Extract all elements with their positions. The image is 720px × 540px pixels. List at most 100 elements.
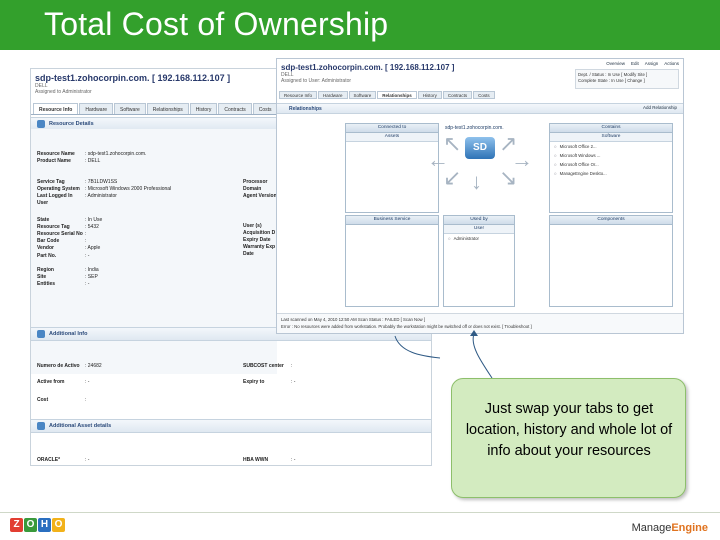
footer-divider: [0, 512, 720, 513]
field-row: Processor: [243, 179, 277, 185]
zoho-logo-letter: O: [24, 518, 37, 532]
field-label: Date: [243, 251, 254, 257]
zoho-logo-letter: H: [38, 518, 51, 532]
resource-details-label: Resource Details: [49, 121, 94, 127]
field-value: : -: [85, 281, 90, 287]
field-row: Part No.: -: [37, 253, 89, 259]
field-value: : Administrator: [85, 193, 117, 199]
field-label: Domain: [243, 186, 262, 192]
tab-contracts[interactable]: Contracts: [218, 103, 252, 114]
additional-info-icon: [37, 330, 45, 338]
nav-edit[interactable]: Edit: [631, 61, 639, 66]
field-value: : DELL: [85, 158, 101, 164]
tab-software[interactable]: Software: [114, 103, 146, 114]
software-item[interactable]: Microsoft Office 2...: [550, 142, 672, 151]
additional-info-row: Cost:: [37, 397, 291, 403]
field-value: :: [85, 397, 87, 403]
field-row: Region : India: [37, 267, 99, 273]
tab-resource-info[interactable]: Resource Info: [33, 103, 79, 114]
contains-header: Contains: [550, 124, 672, 133]
field-value: : -: [85, 253, 90, 259]
field-row: Operating System : Microsoft Windows 2000…: [37, 186, 171, 192]
rel-tab-history[interactable]: History: [417, 91, 442, 99]
field-value: :: [291, 363, 293, 369]
tab-costs[interactable]: Costs: [252, 103, 278, 114]
tab-relationships[interactable]: Relationships: [146, 103, 189, 114]
field-value: : Microsoft Windows 2000 Professional: [85, 186, 172, 192]
resource-details-icon: [37, 120, 45, 128]
rel-tabs: Resource Info Hardware Software Relationshi…: [279, 91, 496, 99]
components-box: Components: [549, 215, 673, 307]
rel-tab-costs[interactable]: Costs: [473, 91, 495, 99]
callout-text: Just swap your tabs to get location, his…: [465, 401, 673, 459]
user-subheader: User: [444, 225, 514, 234]
additional-asset-icon: [37, 422, 45, 430]
field-label: HBA WWN: [243, 457, 269, 463]
business-service-header: Business Service: [346, 216, 438, 225]
rel-top-nav: Overview Edit Assign Actions: [606, 61, 679, 66]
used-by-header: Used by: [444, 216, 514, 225]
field-row: User (s): [243, 223, 277, 229]
nav-actions[interactable]: Actions: [664, 61, 679, 66]
slide-title: Total Cost of Ownership: [44, 6, 389, 42]
nav-overview[interactable]: Overview: [606, 61, 625, 66]
tab-hardware[interactable]: Hardware: [79, 103, 114, 114]
field-row: Resource Name: sdp-test1.zohocorpin.com.: [37, 151, 146, 157]
field-label: Vendor: [37, 245, 54, 251]
field-label: Region: [37, 267, 54, 273]
nav-assign[interactable]: Assign: [645, 61, 659, 66]
additional-info-label: Additional Info: [49, 331, 88, 337]
title-bar: Total Cost of Ownership: [0, 0, 720, 50]
field-label: Resource Tag: [37, 224, 70, 230]
field-row: Entities : -: [37, 281, 89, 287]
additional-info-row: Active from: - Expiry to: -: [37, 379, 295, 385]
rel-tab-software[interactable]: Software: [348, 91, 377, 99]
field-row: Site: SEP: [37, 274, 98, 280]
software-item[interactable]: ManageEngine Deskto...: [550, 169, 672, 178]
rel-tab-resource-info[interactable]: Resource Info: [279, 91, 318, 99]
add-relationship-link[interactable]: Add Relationship: [643, 105, 677, 110]
field-row: Vendor : Apple: [37, 245, 100, 251]
field-label: Operating System: [37, 186, 80, 192]
field-row: Service Tag: 7B1LDW1SS: [37, 179, 117, 185]
field-label: User: [37, 200, 49, 206]
software-subheader: Software: [550, 133, 672, 142]
rel-tab-relationships[interactable]: Relationships: [377, 91, 417, 99]
manageengine-logo: ManageEngine: [632, 522, 708, 534]
field-value: : 24682: [85, 363, 102, 369]
field-row: Domain: [243, 186, 277, 192]
field-value: : India: [85, 267, 99, 273]
arrow-down-icon: ↓: [471, 169, 482, 194]
field-value: : -: [85, 379, 90, 385]
field-value: : 5432: [85, 224, 99, 230]
scan-status-footer: Last scanned on May 4, 2010 12:50 AM Sca…: [277, 313, 683, 333]
software-item[interactable]: Microsoft Office Or...: [550, 160, 672, 169]
field-label: Resource Serial No: [37, 231, 83, 237]
field-label: Last Logged In: [37, 193, 73, 199]
field-row: Expiry Date: [243, 237, 277, 243]
field-row: Resource Serial No:: [37, 231, 86, 237]
relationships-screenshot: sdp-test1.zohocorpin.com. [ 192.168.112.…: [276, 58, 684, 334]
field-value: : 7B1LDW1SS: [85, 179, 118, 185]
software-item[interactable]: Microsoft Windows ...: [550, 151, 672, 160]
field-label: SUBCOST center: [243, 363, 284, 369]
software-list: Microsoft Office 2...Microsoft Windows .…: [550, 142, 672, 178]
field-label: Expiry to: [243, 379, 265, 385]
connected-to-header: Connected to: [346, 124, 438, 133]
scan-status-line: Last scanned on May 4, 2010 12:50 AM Sca…: [281, 317, 426, 322]
zoho-logo-letter: Z: [10, 518, 23, 532]
field-row: Warranty Exp: [243, 244, 277, 250]
field-label: Cost: [37, 397, 49, 403]
field-row: User: [37, 200, 85, 206]
field-label: User (s): [243, 223, 262, 229]
field-value: : In Use: [85, 217, 103, 223]
rel-tab-contracts[interactable]: Contracts: [442, 91, 473, 99]
asset-detail-row: ORACLE*: - HBA WWN: -: [37, 457, 295, 463]
field-value: : Apple: [85, 245, 101, 251]
tab-history[interactable]: History: [189, 103, 218, 114]
rel-tab-hardware[interactable]: Hardware: [318, 91, 348, 99]
rel-status-line2: Complete State : In Use [ Change ]: [578, 78, 645, 83]
user-item[interactable]: Administrator: [444, 234, 514, 243]
field-label: Warranty Exp: [243, 244, 276, 250]
field-label: Entities: [37, 281, 56, 287]
